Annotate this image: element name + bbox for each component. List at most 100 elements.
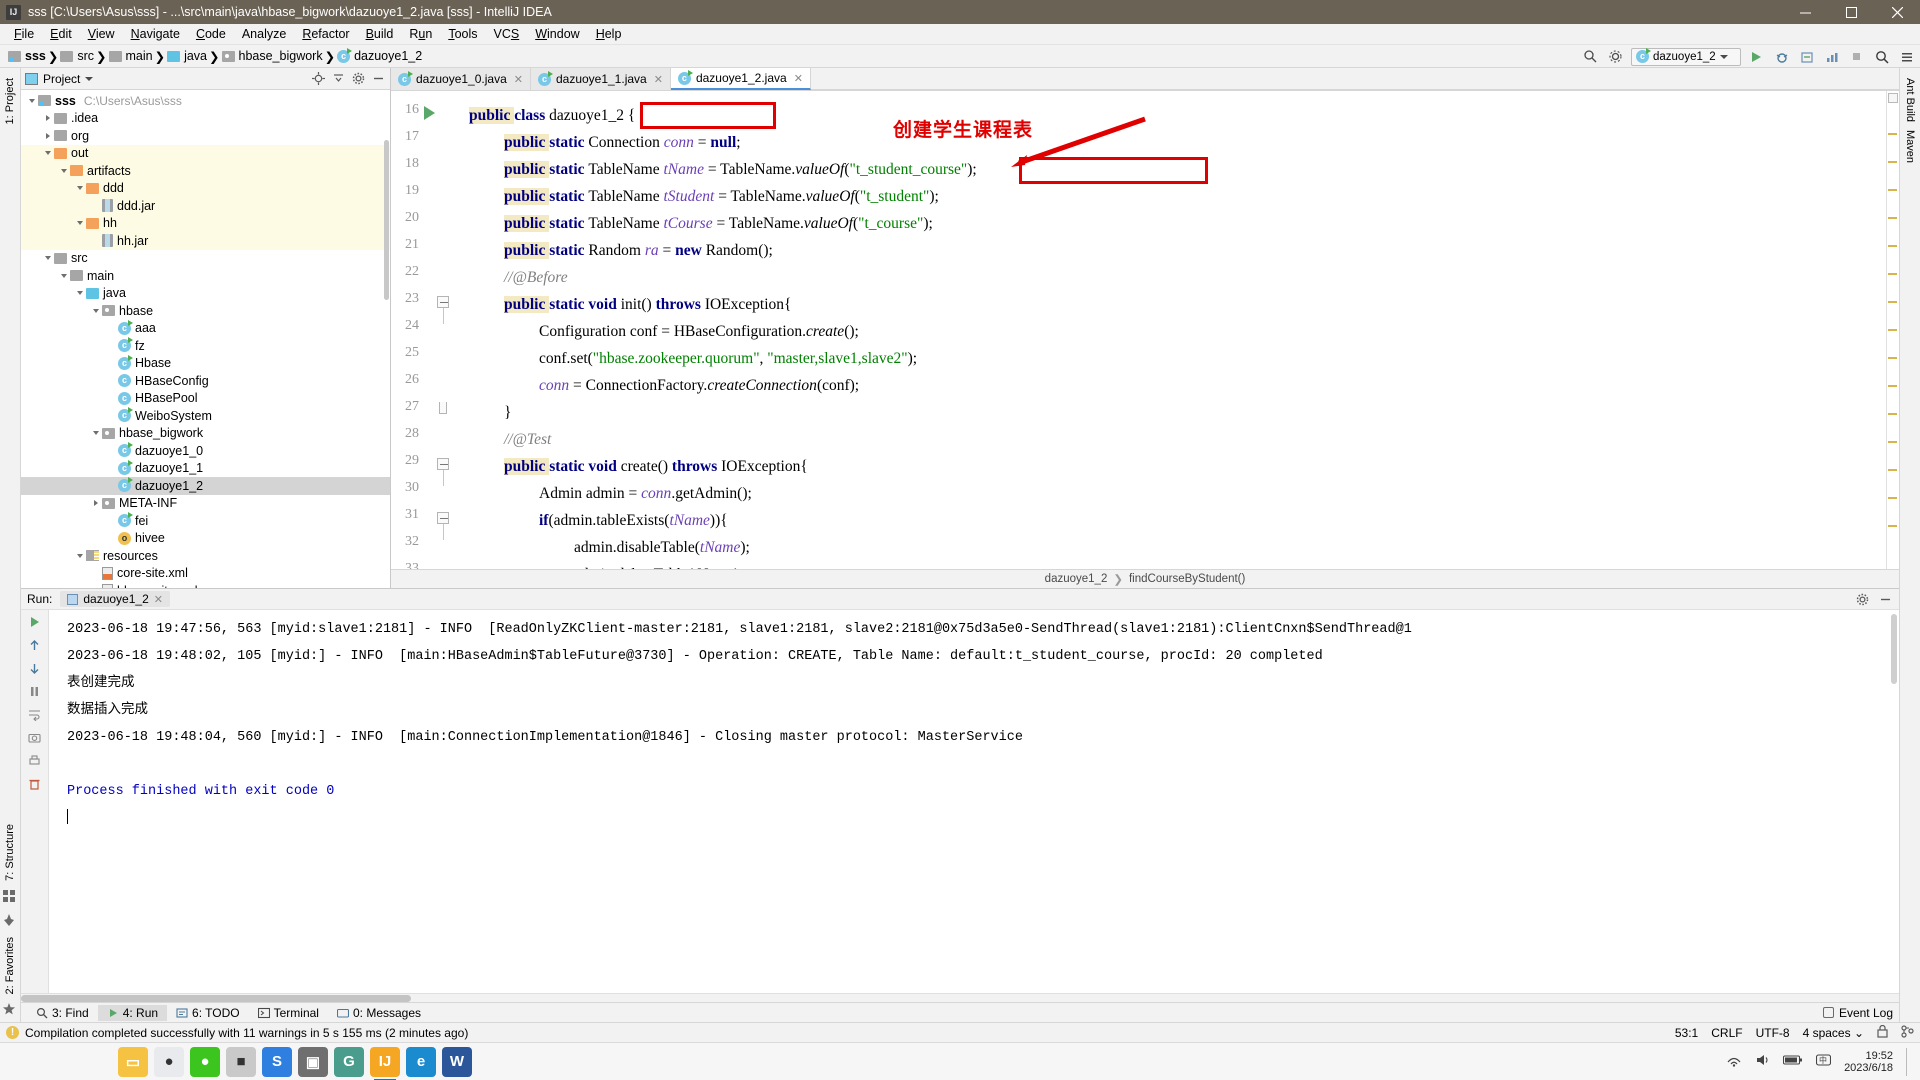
chevron-down-icon[interactable] xyxy=(73,285,86,302)
run-button[interactable] xyxy=(1747,47,1766,66)
tree-node-dazuoye1_0[interactable]: c dazuoye1_0 xyxy=(21,442,390,460)
menu-code[interactable]: Code xyxy=(188,25,234,43)
bottom-tab-6--todo[interactable]: 6: TODO xyxy=(167,1005,249,1021)
network-icon[interactable] xyxy=(1726,1053,1742,1070)
run-configuration-selector[interactable]: c dazuoye1_2 xyxy=(1631,47,1741,66)
caret-position[interactable]: 53:1 xyxy=(1675,1026,1698,1040)
event-log-group[interactable]: Event Log xyxy=(1822,1006,1893,1020)
marker-tick[interactable] xyxy=(1888,329,1897,331)
menu-edit[interactable]: Edit xyxy=(42,25,80,43)
breadcrumb-item-java[interactable]: java xyxy=(165,49,209,63)
menu-analyze[interactable]: Analyze xyxy=(234,25,294,43)
pin-icon[interactable] xyxy=(2,913,18,929)
chevron-right-icon[interactable] xyxy=(89,495,102,512)
menu-view[interactable]: View xyxy=(80,25,123,43)
profile-button[interactable] xyxy=(1822,47,1841,66)
fold-collapse-icon[interactable] xyxy=(437,512,449,524)
print-icon[interactable] xyxy=(27,752,43,768)
chevron-down-icon[interactable] xyxy=(57,267,70,284)
menu-help[interactable]: Help xyxy=(588,25,630,43)
star-icon[interactable] xyxy=(2,1002,18,1018)
close-icon[interactable]: ✕ xyxy=(154,593,163,606)
menu-refactor[interactable]: Refactor xyxy=(294,25,357,43)
file-encoding[interactable]: UTF-8 xyxy=(1756,1026,1790,1040)
menu-navigate[interactable]: Navigate xyxy=(123,25,188,43)
chevron-right-icon[interactable] xyxy=(41,110,54,127)
tree-node-hh[interactable]: hh xyxy=(21,214,390,232)
bottom-tab-0--messages[interactable]: 0: Messages xyxy=(328,1005,430,1021)
editor-breadcrumb-method[interactable]: findCourseByStudent() xyxy=(1129,573,1245,585)
marker-tick[interactable] xyxy=(1888,441,1897,443)
taskbar-item-sogou-input[interactable]: S xyxy=(262,1046,292,1077)
tree-node--idea[interactable]: .idea xyxy=(21,110,390,128)
chevron-down-icon[interactable] xyxy=(57,162,70,179)
taskbar-item-wechat[interactable]: ● xyxy=(190,1046,220,1077)
breadcrumb-item-src[interactable]: src xyxy=(58,49,96,63)
menu-window[interactable]: Window xyxy=(527,25,587,43)
breadcrumb-item-package[interactable]: hbase_bigwork xyxy=(220,49,325,63)
fold-collapse-icon[interactable] xyxy=(437,458,449,470)
show-desktop-icon[interactable] xyxy=(1906,1047,1912,1076)
breadcrumb-item-module[interactable]: sss xyxy=(6,49,48,63)
menu-vcs[interactable]: VCS xyxy=(486,25,528,43)
battery-icon[interactable] xyxy=(1783,1054,1803,1069)
minimize-button[interactable] xyxy=(1782,0,1828,24)
sidebar-tab-project[interactable]: 1: Project xyxy=(2,74,18,128)
tree-node-out[interactable]: out xyxy=(21,144,390,162)
menu-build[interactable]: Build xyxy=(358,25,402,43)
code-area[interactable]: 16 17 18 19 20 21 22 23 24 25 26 27 28 29 30 31 32 33 创建学… xyxy=(391,91,1899,569)
taskbar-item-file-explorer[interactable]: ▭ xyxy=(118,1046,148,1077)
hide-icon[interactable] xyxy=(371,71,386,86)
console-horizontal-scrollbar[interactable] xyxy=(21,993,1899,1002)
stop-button[interactable] xyxy=(1847,47,1866,66)
menu-file[interactable]: File xyxy=(6,25,42,43)
console-scrollbar[interactable] xyxy=(1891,614,1897,684)
run-gutter-icon[interactable] xyxy=(424,106,435,120)
tree-node-hivee[interactable]: o hivee xyxy=(21,530,390,548)
hide-icon[interactable] xyxy=(1878,592,1893,607)
locate-icon[interactable] xyxy=(311,71,326,86)
chevron-down-icon[interactable] xyxy=(89,425,102,442)
console-output[interactable]: 2023-06-18 19:47:56, 563 [myid:slave1:21… xyxy=(49,610,1899,993)
chevron-down-icon[interactable] xyxy=(73,215,86,232)
debug-button[interactable] xyxy=(1772,47,1791,66)
lock-icon[interactable] xyxy=(1877,1024,1888,1041)
scroll-down-icon[interactable] xyxy=(27,660,43,676)
marker-tick[interactable] xyxy=(1888,133,1897,135)
close-icon[interactable]: ✕ xyxy=(794,72,803,85)
tree-node-dazuoye1_2[interactable]: c dazuoye1_2 xyxy=(21,477,390,495)
tree-node-hbase[interactable]: c Hbase xyxy=(21,354,390,373)
editor-breadcrumb-class[interactable]: dazuoye1_2 xyxy=(1045,573,1108,585)
hamburger-menu-icon[interactable] xyxy=(1897,47,1916,66)
taskbar-item-intellij-idea[interactable]: IJ xyxy=(370,1046,400,1080)
chevron-down-icon[interactable] xyxy=(41,250,54,267)
chevron-down-icon[interactable] xyxy=(41,145,54,162)
tree-node-org[interactable]: org xyxy=(21,127,390,145)
rerun-icon[interactable] xyxy=(27,614,43,630)
chevron-down-icon[interactable] xyxy=(73,180,86,197)
project-panel-title-group[interactable]: Project xyxy=(25,72,306,86)
chevron-down-icon[interactable] xyxy=(89,302,102,319)
input-method-icon[interactable]: 中 xyxy=(1816,1053,1832,1070)
marker-tick[interactable] xyxy=(1888,273,1897,275)
grid-icon[interactable] xyxy=(2,889,18,905)
marker-tick[interactable] xyxy=(1888,497,1897,499)
project-tree-scrollbar[interactable] xyxy=(384,140,389,300)
tree-node-hbase[interactable]: hbase xyxy=(21,302,390,320)
run-tab[interactable]: dazuoye1_2 ✕ xyxy=(60,591,170,607)
menu-tools[interactable]: Tools xyxy=(440,25,485,43)
trash-icon[interactable] xyxy=(27,775,43,791)
run-with-coverage-button[interactable] xyxy=(1797,47,1816,66)
tree-node-meta-inf[interactable]: META-INF xyxy=(21,495,390,513)
editor-tab-dazuoye1_2-java[interactable]: c dazuoye1_2.java ✕ xyxy=(670,68,811,90)
settings-icon[interactable] xyxy=(1606,47,1625,66)
line-separator[interactable]: CRLF xyxy=(1711,1026,1742,1040)
tree-node-java[interactable]: java xyxy=(21,285,390,303)
marker-tick[interactable] xyxy=(1888,245,1897,247)
tree-node-src[interactable]: src xyxy=(21,250,390,268)
editor-marker-bar[interactable] xyxy=(1886,91,1899,569)
marker-tick[interactable] xyxy=(1888,161,1897,163)
tree-node-main[interactable]: main xyxy=(21,267,390,285)
marker-tick[interactable] xyxy=(1888,385,1897,387)
tree-node-aaa[interactable]: c aaa xyxy=(21,319,390,338)
